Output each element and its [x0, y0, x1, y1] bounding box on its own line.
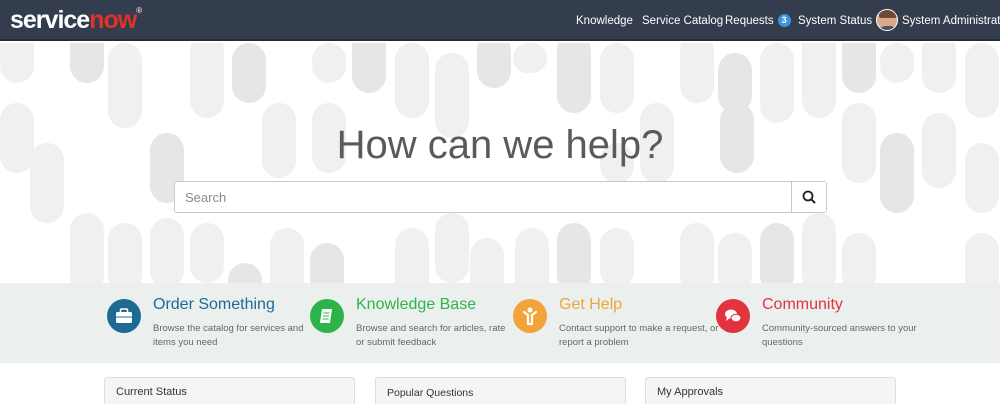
user-avatar[interactable]: [876, 9, 898, 31]
current-status-panel: Current Status: [104, 377, 355, 404]
get-help-title: Get Help: [559, 296, 623, 313]
top-navbar: servicenow® Knowledge Service Catalog Re…: [0, 0, 1000, 41]
briefcase-icon: [107, 299, 141, 333]
popular-questions-panel: Popular Questions: [375, 377, 626, 404]
hero-title: How can we help?: [336, 123, 664, 167]
search-input[interactable]: [175, 182, 793, 212]
order-something-description: Browse the catalog for services and item…: [153, 323, 304, 348]
logo-registered-mark: ®: [136, 6, 142, 15]
knowledge-base-title: Knowledge Base: [356, 296, 477, 313]
community-title: Community: [762, 296, 843, 313]
person-help-icon: [513, 299, 547, 333]
hero-section: How can we help?: [0, 43, 1000, 283]
chat-bubbles-icon: [716, 299, 750, 333]
nav-requests[interactable]: Requests 3: [725, 0, 791, 41]
knowledge-base-description: Browse and search for articles, rate or …: [356, 323, 506, 348]
search-icon: [802, 190, 816, 204]
popular-questions-title: Popular Questions: [387, 387, 474, 399]
user-name-label: System Administrator: [902, 14, 1000, 27]
book-icon: [310, 299, 344, 333]
quick-link-community[interactable]: Community Community-sourced answers to y…: [716, 283, 917, 363]
search-bar: [174, 181, 827, 213]
user-menu[interactable]: System Administrator: [902, 0, 1000, 41]
nav-service-catalog[interactable]: Service Catalog: [642, 0, 723, 41]
search-button[interactable]: [791, 182, 826, 212]
nav-service-catalog-label: Service Catalog: [642, 14, 724, 27]
nav-requests-label: Requests: [725, 14, 774, 27]
get-help-description: Contact support to make a request, or re…: [559, 323, 719, 348]
logo-now-text: now: [89, 6, 137, 34]
quick-links-band: Order Something Browse the catalog for s…: [0, 283, 1000, 363]
quick-link-knowledge-base[interactable]: Knowledge Base Browse and search for art…: [310, 283, 510, 363]
servicenow-logo[interactable]: servicenow®: [10, 6, 142, 35]
quick-link-get-help[interactable]: Get Help Contact support to make a reque…: [513, 283, 718, 363]
my-approvals-panel: My Approvals: [645, 377, 896, 404]
community-description: Community-sourced answers to your questi…: [762, 323, 917, 348]
logo-service-text: service: [10, 6, 90, 34]
quick-link-order-something[interactable]: Order Something Browse the catalog for s…: [107, 283, 307, 363]
nav-knowledge-label: Knowledge: [576, 14, 633, 27]
current-status-title: Current Status: [116, 386, 187, 398]
nav-system-status-label: System Status: [798, 14, 873, 27]
order-something-title: Order Something: [153, 296, 275, 313]
nav-system-status[interactable]: System Status: [798, 0, 872, 41]
nav-knowledge[interactable]: Knowledge: [576, 0, 633, 41]
my-approvals-title: My Approvals: [657, 386, 724, 398]
requests-count-badge: 3: [777, 14, 791, 27]
